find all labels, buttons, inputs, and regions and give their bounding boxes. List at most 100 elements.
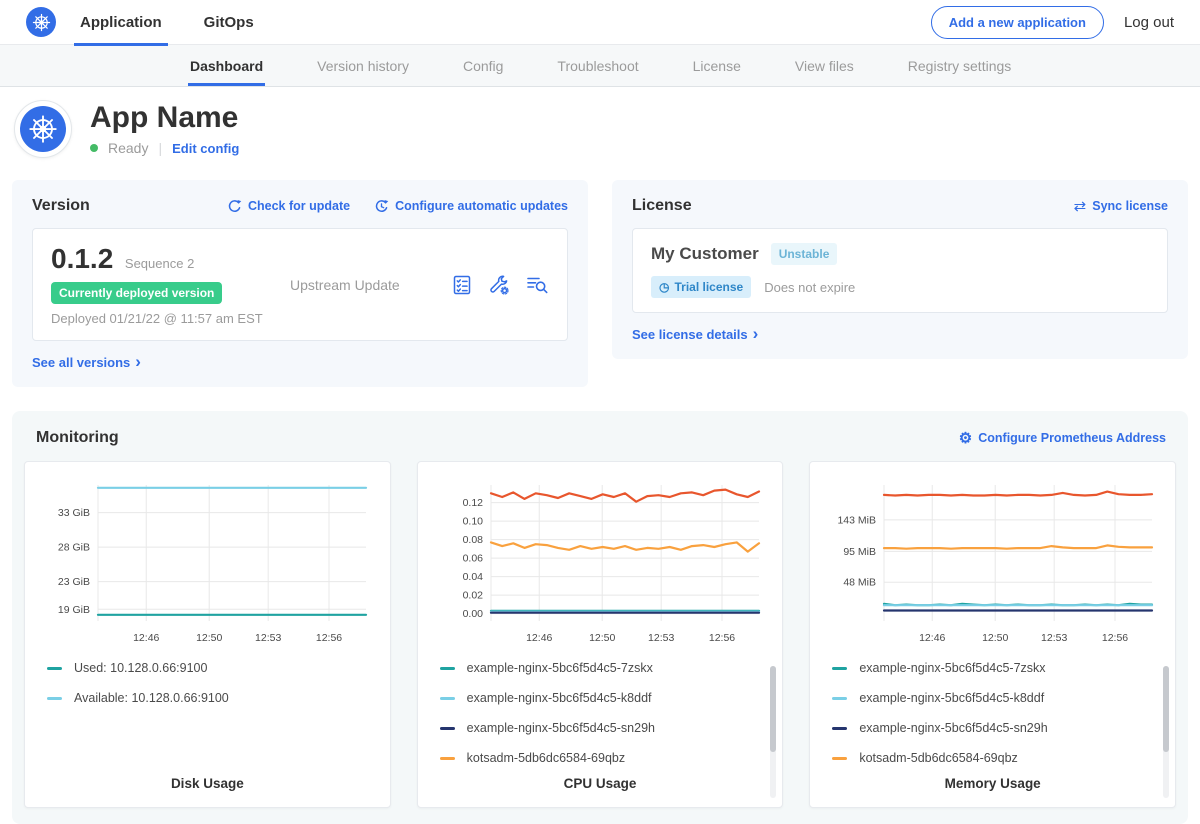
configure-automatic-updates-link[interactable]: Configure automatic updates: [374, 199, 568, 214]
legend-color-dash: [832, 667, 847, 670]
disk-usage-chart-card: 33 GiB28 GiB23 GiB19 GiB12:4612:5012:531…: [24, 461, 391, 808]
legend-label: Available: 10.128.0.66:9100: [74, 691, 229, 705]
legend-color-dash: [832, 697, 847, 700]
gear-icon: ⚙: [959, 431, 972, 446]
topbar: Application GitOps Add a new application…: [0, 0, 1200, 45]
legend-label: example-nginx-5bc6f5d4c5-7zskx: [859, 661, 1045, 675]
configure-prometheus-link[interactable]: ⚙ Configure Prometheus Address: [959, 431, 1166, 446]
checklist-icon[interactable]: [451, 274, 473, 296]
cards-row: Version Check for update: [12, 180, 1188, 387]
subnav-tab-version-history[interactable]: Version history: [317, 45, 409, 86]
check-for-update-label: Check for update: [248, 199, 350, 213]
check-for-update-link[interactable]: Check for update: [227, 199, 350, 214]
configure-prometheus-label: Configure Prometheus Address: [978, 431, 1166, 445]
cpu-usage-legend: example-nginx-5bc6f5d4c5-7zskx example-ng…: [440, 661, 783, 765]
svg-text:12:56: 12:56: [709, 632, 735, 644]
legend-item: Used: 10.128.0.66:9100: [47, 661, 390, 675]
chevron-right-icon: ›: [135, 353, 141, 370]
monitoring-title: Monitoring: [36, 429, 119, 447]
edit-config-link[interactable]: Edit config: [172, 141, 239, 156]
legend-label: example-nginx-5bc6f5d4c5-sn29h: [467, 721, 655, 735]
disk-usage-chart: 33 GiB28 GiB23 GiB19 GiB12:4612:5012:531…: [25, 475, 390, 651]
topbar-actions: Add a new application Log out: [931, 6, 1174, 39]
memory-usage-chart-card: 143 MiB95 MiB48 MiB12:4612:5012:5312:56 …: [809, 461, 1176, 808]
wrench-gear-icon[interactable]: [488, 274, 510, 296]
subnav-tab-view-files[interactable]: View files: [795, 45, 854, 86]
add-application-button[interactable]: Add a new application: [931, 6, 1104, 39]
svg-text:12:46: 12:46: [919, 632, 945, 644]
svg-text:12:53: 12:53: [1041, 632, 1067, 644]
subnav-tab-config[interactable]: Config: [463, 45, 503, 86]
subnav-tab-license[interactable]: License: [693, 45, 741, 86]
legend-item: example-nginx-5bc6f5d4c5-sn29h: [832, 721, 1175, 735]
chart-title: Memory Usage: [810, 768, 1175, 791]
svg-text:33 GiB: 33 GiB: [58, 507, 90, 519]
legend-label: example-nginx-5bc6f5d4c5-sn29h: [859, 721, 1047, 735]
diff-search-icon[interactable]: [525, 274, 549, 295]
status-label: Ready: [108, 140, 148, 156]
subnav-tab-dashboard[interactable]: Dashboard: [190, 45, 263, 86]
legend-label: example-nginx-5bc6f5d4c5-7zskx: [467, 661, 653, 675]
divider: |: [158, 140, 162, 156]
svg-text:28 GiB: 28 GiB: [58, 542, 90, 554]
logout-button[interactable]: Log out: [1124, 14, 1174, 31]
legend-scrollbar-thumb[interactable]: [1163, 666, 1169, 752]
svg-text:12:50: 12:50: [982, 632, 1008, 644]
version-card-title: Version: [32, 197, 90, 215]
stopwatch-icon: ◷: [659, 280, 669, 294]
svg-text:12:56: 12:56: [316, 632, 342, 644]
legend-item: example-nginx-5bc6f5d4c5-sn29h: [440, 721, 783, 735]
deployed-timestamp: Deployed 01/21/22 @ 11:57 am EST: [51, 311, 286, 326]
svg-text:0.02: 0.02: [463, 590, 484, 602]
legend-label: Used: 10.128.0.66:9100: [74, 661, 207, 675]
chart-title: Disk Usage: [25, 768, 390, 791]
top-nav: Application GitOps: [78, 0, 256, 45]
ready-status-dot: [90, 144, 98, 152]
svg-text:0.06: 0.06: [463, 553, 484, 565]
legend-item: kotsadm-5db6dc6584-69qbz: [832, 751, 1175, 765]
svg-text:0.12: 0.12: [463, 497, 484, 509]
memory-usage-legend: example-nginx-5bc6f5d4c5-7zskx example-ng…: [832, 661, 1175, 765]
see-license-details-label: See license details: [632, 327, 748, 342]
trial-license-badge: ◷ Trial license: [651, 276, 751, 298]
legend-item: Available: 10.128.0.66:9100: [47, 691, 390, 705]
svg-text:12:50: 12:50: [589, 632, 615, 644]
subnav-tab-registry-settings[interactable]: Registry settings: [908, 45, 1011, 86]
license-expiry-label: Does not expire: [764, 280, 855, 295]
sync-license-label: Sync license: [1092, 199, 1168, 213]
legend-scrollbar-track: [770, 666, 776, 798]
svg-text:95 MiB: 95 MiB: [843, 546, 876, 558]
legend-label: kotsadm-5db6dc6584-69qbz: [467, 751, 625, 765]
legend-color-dash: [832, 727, 847, 730]
legend-scrollbar-thumb[interactable]: [770, 666, 776, 752]
license-card: License ⇄ Sync license My Customer Unsta…: [612, 180, 1188, 359]
app-avatar: [14, 100, 72, 158]
legend-label: example-nginx-5bc6f5d4c5-k8ddf: [467, 691, 652, 705]
svg-text:23 GiB: 23 GiB: [58, 576, 90, 588]
refresh-icon: [227, 199, 242, 214]
svg-text:12:46: 12:46: [526, 632, 552, 644]
legend-item: example-nginx-5bc6f5d4c5-7zskx: [440, 661, 783, 675]
top-tab-application[interactable]: Application: [78, 0, 164, 45]
legend-color-dash: [440, 727, 455, 730]
currently-deployed-badge: Currently deployed version: [51, 282, 222, 304]
legend-color-dash: [47, 697, 62, 700]
svg-text:12:53: 12:53: [255, 632, 281, 644]
svg-text:143 MiB: 143 MiB: [837, 514, 876, 526]
svg-text:12:46: 12:46: [133, 632, 159, 644]
legend-color-dash: [440, 667, 455, 670]
svg-text:0.10: 0.10: [463, 516, 484, 528]
see-license-details-link[interactable]: See license details ›: [632, 326, 758, 343]
see-all-versions-link[interactable]: See all versions ›: [32, 354, 141, 371]
subnav-tab-troubleshoot[interactable]: Troubleshoot: [557, 45, 638, 86]
customer-name: My Customer: [651, 244, 759, 264]
configure-automatic-updates-label: Configure automatic updates: [395, 199, 568, 213]
clock-refresh-icon: [374, 199, 389, 214]
version-card: Version Check for update: [12, 180, 588, 387]
cpu-usage-chart-card: 0.120.100.080.060.040.020.0012:4612:5012…: [417, 461, 784, 808]
legend-item: kotsadm-5db6dc6584-69qbz: [440, 751, 783, 765]
top-tab-gitops[interactable]: GitOps: [202, 0, 256, 45]
license-card-title: License: [632, 197, 692, 215]
sync-license-link[interactable]: ⇄ Sync license: [1074, 197, 1168, 215]
version-source-label: Upstream Update: [286, 277, 451, 293]
